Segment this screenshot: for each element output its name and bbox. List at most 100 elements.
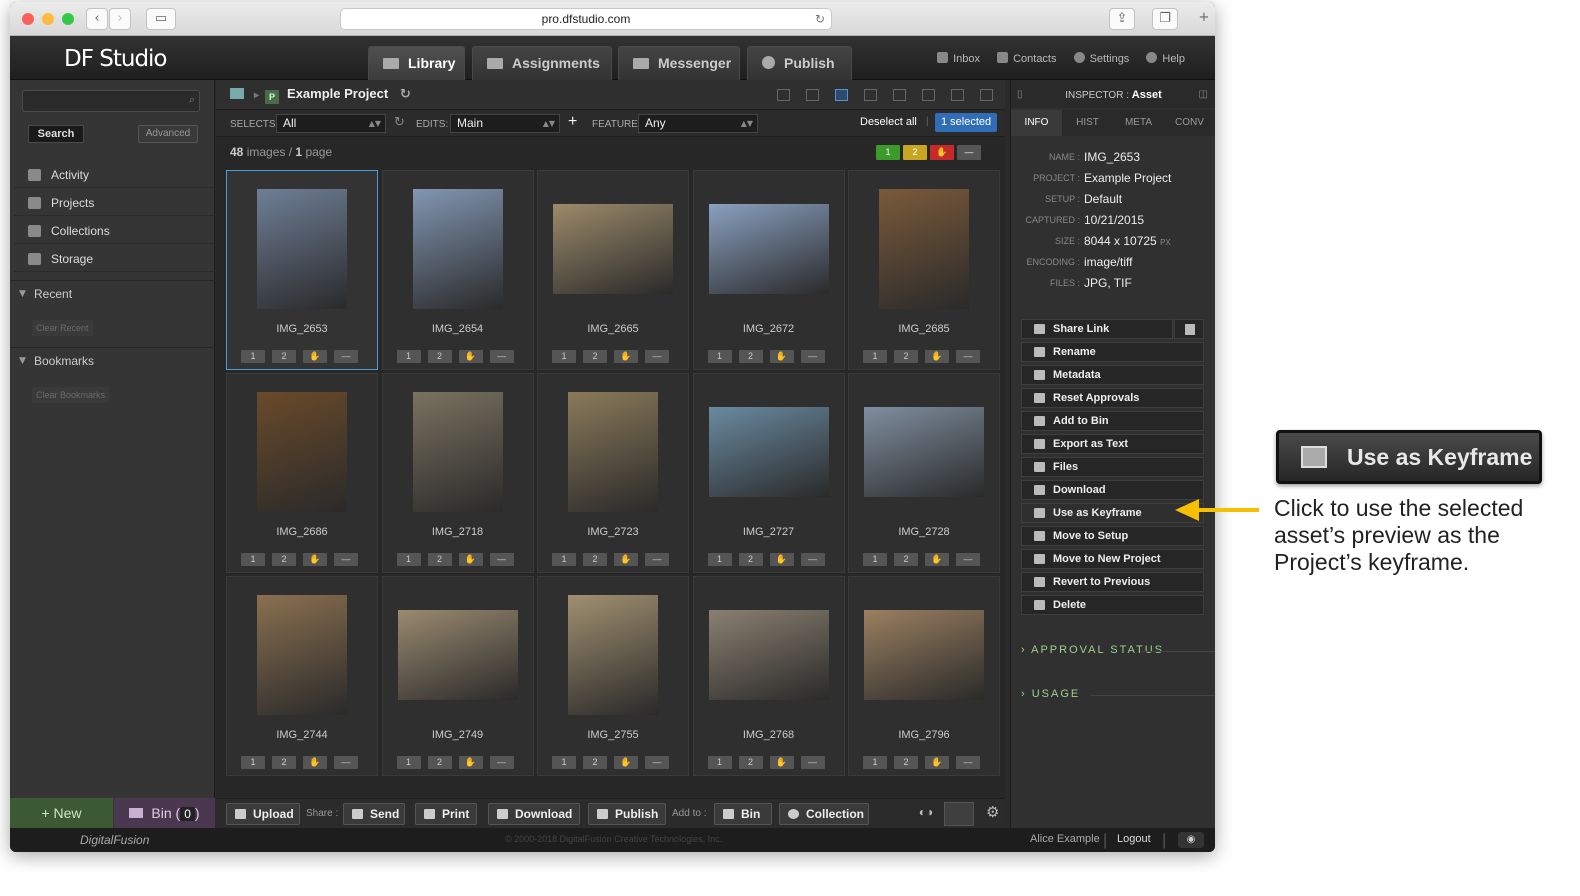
- thumbnail-image[interactable]: [708, 407, 829, 497]
- select-2-button[interactable]: 2: [738, 756, 763, 769]
- select-1-button[interactable]: 1: [396, 553, 421, 566]
- yellow-flag-button[interactable]: 2: [903, 145, 927, 160]
- select-1-button[interactable]: 1: [863, 553, 887, 566]
- green-flag-button[interactable]: 1: [876, 145, 900, 160]
- new-button[interactable]: + New: [10, 798, 113, 828]
- select-2-button[interactable]: 2: [272, 756, 296, 769]
- reject-button[interactable]: ✋: [614, 756, 638, 769]
- add-to-bin-button[interactable]: Bin: [714, 803, 772, 825]
- contacts-link[interactable]: Contacts: [997, 52, 1057, 65]
- clear-rating-button[interactable]: —: [800, 350, 825, 363]
- thumbnail-cell[interactable]: IMG_2654 1 2 ✋ —: [381, 170, 534, 370]
- reject-button[interactable]: ✋: [303, 756, 327, 769]
- clear-rating-button[interactable]: —: [800, 756, 825, 769]
- clear-rating-button[interactable]: —: [645, 350, 669, 363]
- reject-button[interactable]: ✋: [925, 350, 949, 363]
- metadata-button[interactable]: Metadata: [1021, 365, 1204, 385]
- bin-button[interactable]: Bin (0): [114, 798, 215, 828]
- approval-status-section[interactable]: › APPROVAL STATUS: [1021, 644, 1215, 656]
- select-1-button[interactable]: 1: [396, 350, 421, 363]
- deselect-all-link[interactable]: Deselect all: [860, 116, 917, 128]
- detail-list-view-icon[interactable]: [806, 89, 819, 101]
- gear-icon[interactable]: ⚙: [986, 803, 999, 821]
- address-bar[interactable]: pro.dfstudio.com ↻: [340, 8, 832, 30]
- sidebar-toggle-icon[interactable]: ▭: [146, 8, 176, 30]
- add-edit-icon[interactable]: +: [568, 113, 577, 131]
- thumbnail-cell[interactable]: IMG_2728 1 2 ✋ —: [848, 373, 1000, 573]
- tab-publish[interactable]: Publish: [747, 46, 852, 80]
- back-button[interactable]: ‹: [86, 8, 108, 30]
- tab-messenger[interactable]: Messenger: [618, 46, 740, 80]
- single-view-icon[interactable]: [893, 89, 906, 101]
- select-2-button[interactable]: 2: [583, 756, 607, 769]
- thumbnail-cell[interactable]: IMG_2672 1 2 ✋ —: [692, 170, 845, 370]
- no-flag-button[interactable]: —: [957, 145, 981, 160]
- select-2-button[interactable]: 2: [894, 756, 918, 769]
- grid-large-view-icon[interactable]: [864, 89, 877, 101]
- clear-rating-button[interactable]: —: [334, 553, 358, 566]
- zoom-window-button[interactable]: [62, 13, 74, 25]
- recent-section-header[interactable]: ▼ Recent: [10, 280, 215, 306]
- thumbnail-cell[interactable]: IMG_2727 1 2 ✋ —: [692, 373, 845, 573]
- inbox-link[interactable]: Inbox: [937, 52, 980, 65]
- sidebar-item-collections[interactable]: Collections: [14, 218, 214, 244]
- thumbnail-image[interactable]: [412, 392, 503, 512]
- print-button[interactable]: Print: [415, 803, 477, 825]
- tab-info[interactable]: INFO: [1011, 110, 1062, 136]
- thumbnail-cell[interactable]: IMG_2718 1 2 ✋ —: [381, 373, 534, 573]
- rename-button[interactable]: Rename: [1021, 342, 1204, 362]
- close-window-button[interactable]: [22, 13, 34, 25]
- select-1-button[interactable]: 1: [552, 350, 576, 363]
- edits-dropdown[interactable]: Main ▲▼: [450, 114, 560, 133]
- reject-button[interactable]: ✋: [303, 350, 327, 363]
- select-2-button[interactable]: 2: [894, 350, 918, 363]
- reject-button[interactable]: ✋: [614, 553, 638, 566]
- thumbnail-image[interactable]: [257, 595, 347, 715]
- select-2-button[interactable]: 2: [272, 350, 296, 363]
- select-2-button[interactable]: 2: [427, 350, 452, 363]
- move-to-setup-button[interactable]: Move to Setup: [1021, 526, 1204, 546]
- sidebar-item-storage[interactable]: Storage: [14, 246, 214, 272]
- clear-rating-button[interactable]: —: [956, 350, 980, 363]
- feature-dropdown[interactable]: Any ▲▼: [638, 114, 758, 133]
- forward-button[interactable]: ›: [109, 8, 131, 30]
- delete-button[interactable]: Delete: [1021, 595, 1204, 615]
- refresh-icon[interactable]: ↻: [400, 87, 411, 102]
- reject-button[interactable]: ✋: [303, 553, 327, 566]
- tab-assignments[interactable]: Assignments: [472, 46, 612, 80]
- thumbnail-cell[interactable]: IMG_2755 1 2 ✋ —: [537, 576, 689, 776]
- clear-rating-button[interactable]: —: [334, 756, 358, 769]
- reload-icon[interactable]: ↻: [815, 9, 825, 30]
- settings-link[interactable]: Settings: [1073, 52, 1129, 65]
- reject-button[interactable]: ✋: [769, 350, 794, 363]
- clear-recent-button[interactable]: Clear Recent: [32, 320, 93, 336]
- sync-icon[interactable]: ↻: [394, 115, 405, 130]
- loupe-view-icon[interactable]: [951, 89, 964, 101]
- select-2-button[interactable]: 2: [894, 553, 918, 566]
- thumbnail-cell[interactable]: IMG_2686 1 2 ✋ —: [226, 373, 378, 573]
- select-1-button[interactable]: 1: [241, 350, 265, 363]
- upload-button[interactable]: Upload: [226, 803, 300, 825]
- reject-button[interactable]: ✋: [614, 350, 638, 363]
- reject-button[interactable]: ✋: [769, 756, 794, 769]
- tabs-overview-icon[interactable]: ❐: [1152, 8, 1178, 30]
- files-button[interactable]: Files: [1021, 457, 1204, 477]
- search-button[interactable]: Search: [28, 125, 84, 143]
- sidebar-item-activity[interactable]: Activity: [14, 162, 214, 188]
- clear-rating-button[interactable]: —: [645, 553, 669, 566]
- clear-rating-button[interactable]: —: [956, 756, 980, 769]
- download-button[interactable]: Download: [1021, 480, 1204, 500]
- reject-button[interactable]: ✋: [458, 350, 483, 363]
- list-view-icon[interactable]: [777, 89, 790, 101]
- thumbnail-image[interactable]: [879, 189, 969, 309]
- minimize-window-button[interactable]: [42, 13, 54, 25]
- advanced-search-button[interactable]: Advanced: [138, 125, 198, 143]
- select-2-button[interactable]: 2: [427, 756, 452, 769]
- select-1-button[interactable]: 1: [552, 756, 576, 769]
- thumbnail-image[interactable]: [708, 204, 829, 294]
- help-link[interactable]: Help: [1146, 52, 1185, 65]
- revert-to-previous-button[interactable]: Revert to Previous: [1021, 572, 1204, 592]
- thumbnail-image[interactable]: [257, 392, 347, 512]
- select-1-button[interactable]: 1: [552, 553, 576, 566]
- thumbnail-cell[interactable]: IMG_2744 1 2 ✋ —: [226, 576, 378, 776]
